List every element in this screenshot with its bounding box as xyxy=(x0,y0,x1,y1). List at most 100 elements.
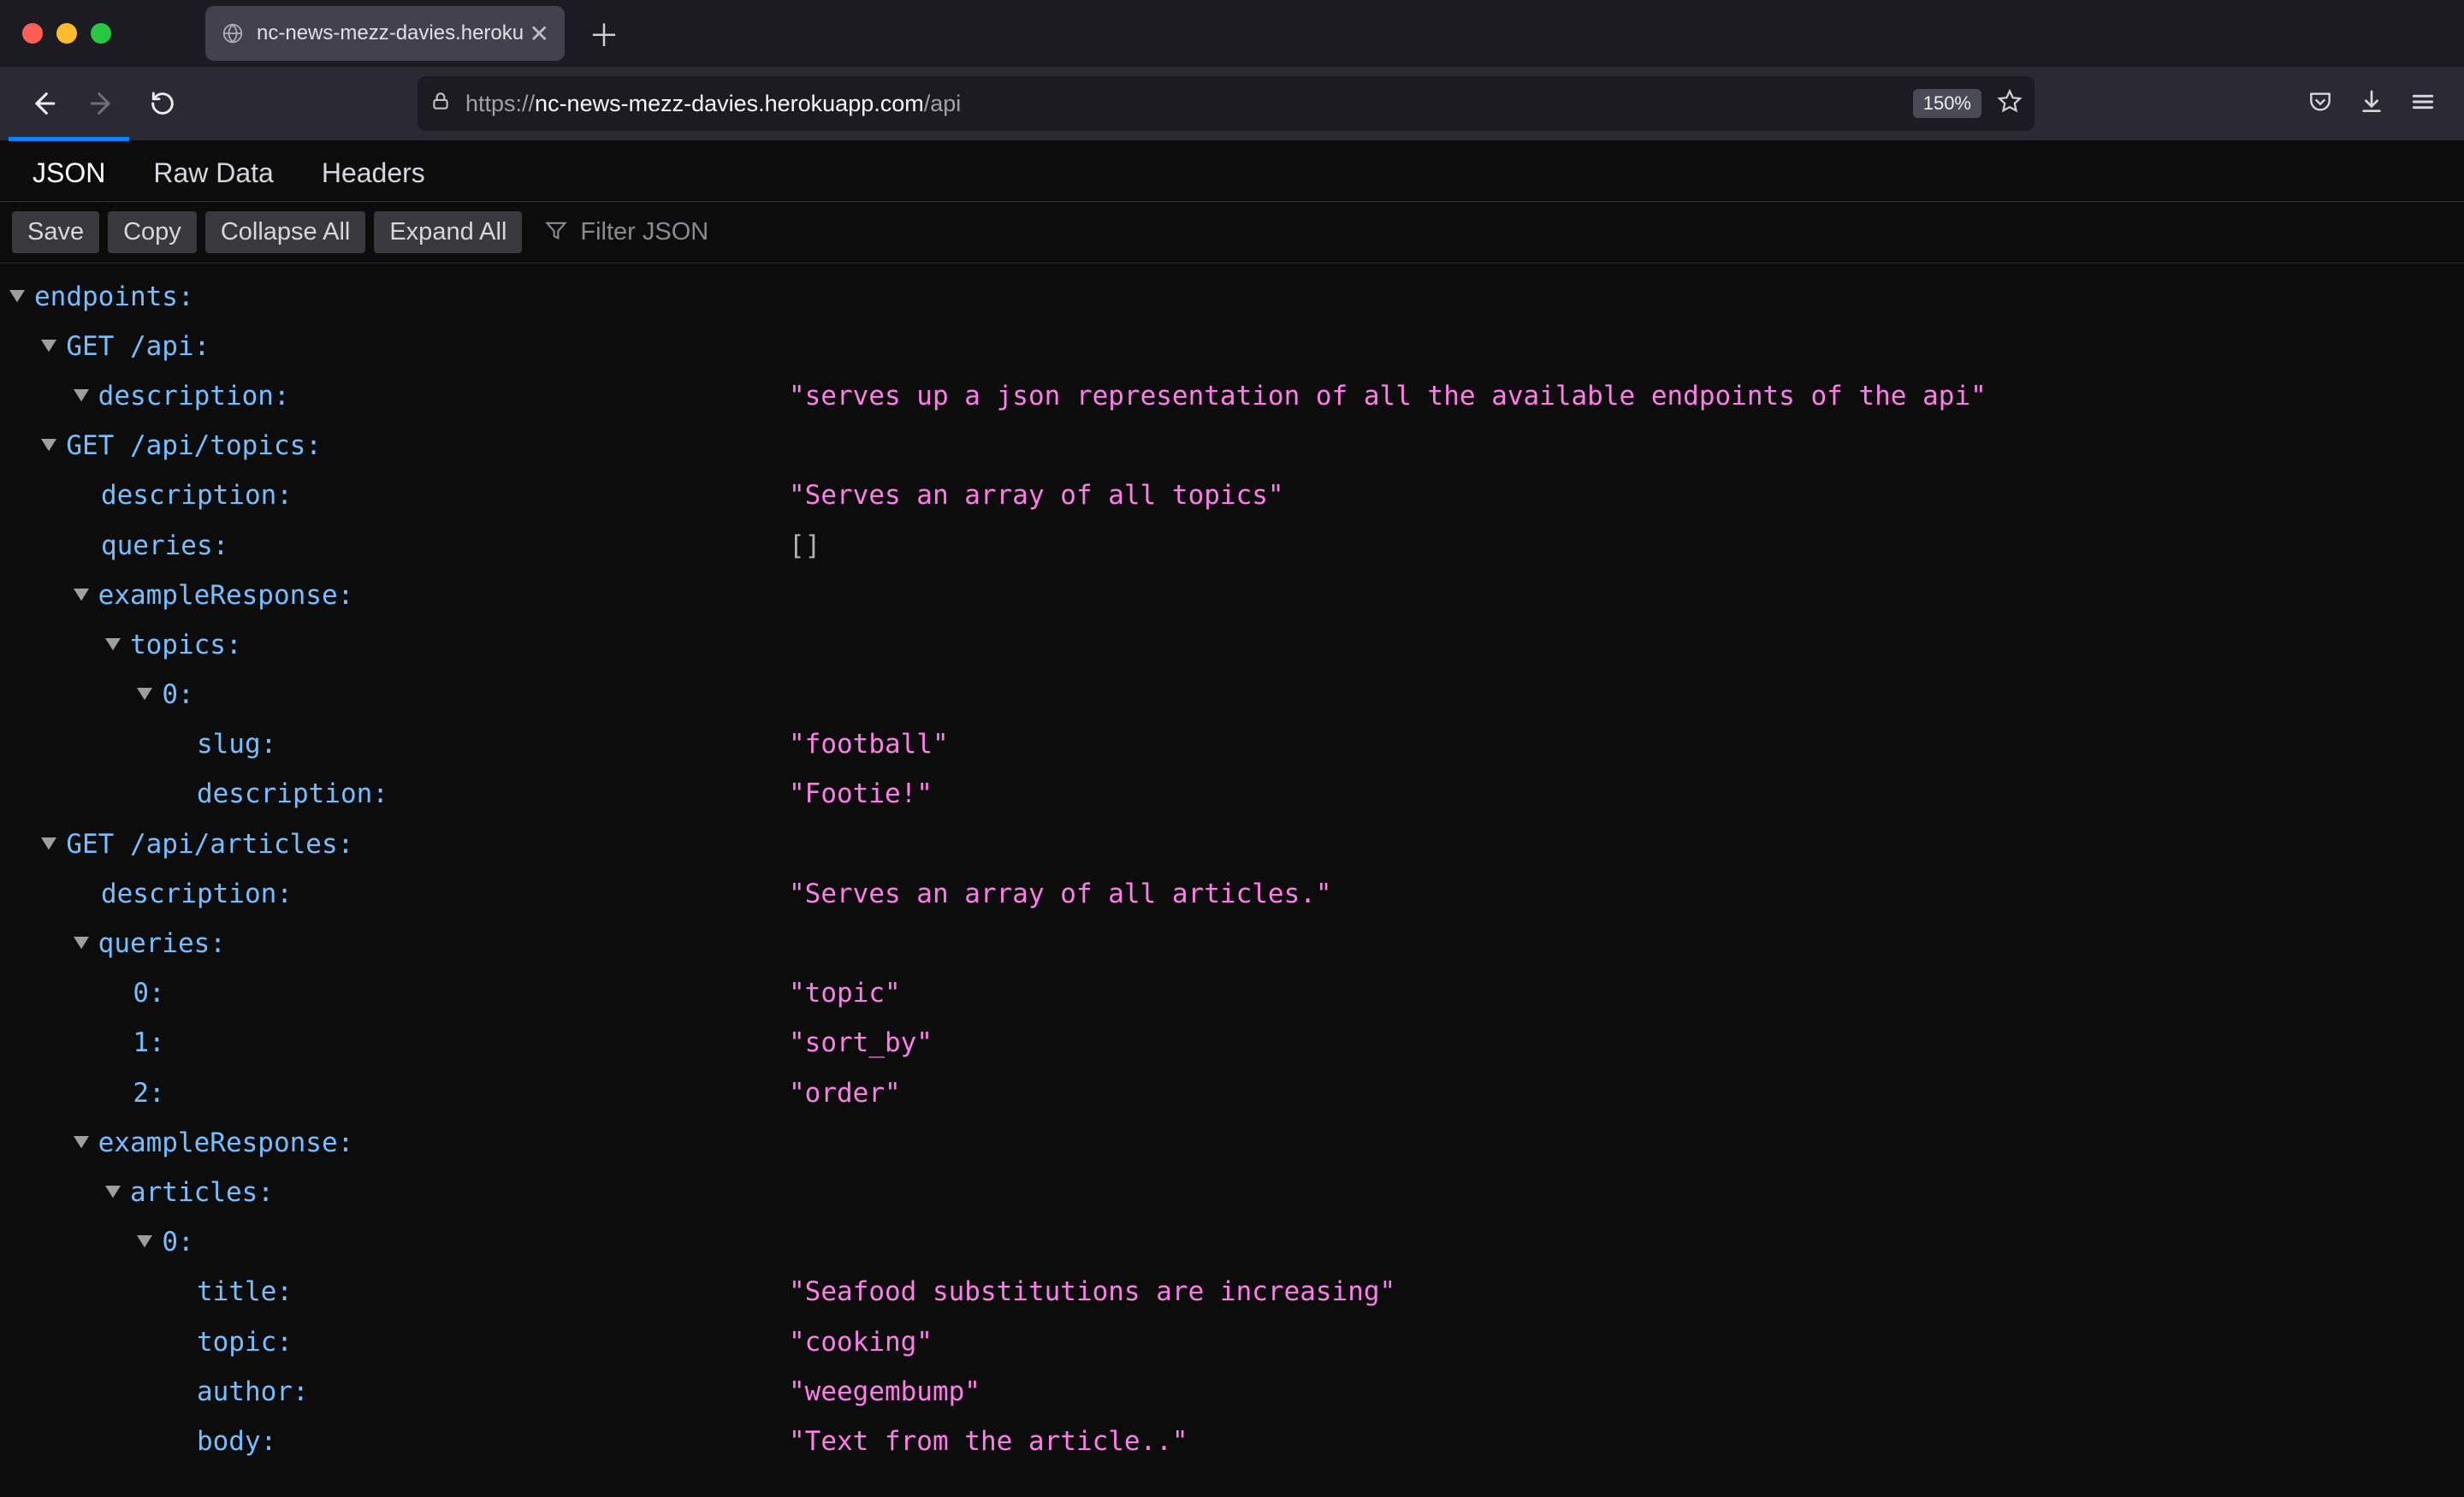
tree-row[interactable]: GET /api: xyxy=(5,322,2459,371)
downloads-icon[interactable] xyxy=(2358,88,2385,120)
filter-icon xyxy=(544,218,568,246)
collapse-all-button[interactable]: Collapse All xyxy=(205,211,366,253)
disclosure-triangle-icon[interactable] xyxy=(37,435,61,459)
url-path: /api xyxy=(924,91,962,117)
tree-row[interactable]: 0: "topic" xyxy=(5,969,2459,1019)
json-key: topic: xyxy=(197,1327,293,1358)
url-proto: https:// xyxy=(465,91,535,117)
tree-row[interactable]: title: "Seafood substitutions are increa… xyxy=(5,1268,2459,1317)
json-key: title: xyxy=(197,1276,293,1307)
browser-tab[interactable]: nc-news-mezz-davies.herokuapp.co ✕ xyxy=(205,6,565,61)
tree-row[interactable]: 1: "sort_by" xyxy=(5,1019,2459,1068)
window-minimize-button[interactable] xyxy=(56,23,77,44)
json-key: description: xyxy=(197,778,388,809)
json-value: "sort_by" xyxy=(789,1030,933,1056)
json-key: body: xyxy=(197,1426,276,1457)
tree-row[interactable]: body: "Text from the article.." xyxy=(5,1417,2459,1466)
tree-row[interactable]: topics: xyxy=(5,620,2459,670)
tab-title: nc-news-mezz-davies.herokuapp.co xyxy=(257,21,523,45)
disclosure-triangle-icon[interactable] xyxy=(101,634,125,658)
disclosure-triangle-icon[interactable] xyxy=(69,385,93,409)
disclosure-triangle-icon[interactable] xyxy=(101,1181,125,1205)
window-close-button[interactable] xyxy=(22,23,43,44)
json-key: exampleResponse: xyxy=(98,580,354,611)
tree-row[interactable]: author: "weegembump" xyxy=(5,1367,2459,1417)
json-value: "Footie!" xyxy=(789,781,933,808)
bookmark-star-icon[interactable] xyxy=(1997,88,2023,120)
pocket-icon[interactable] xyxy=(2307,88,2334,120)
json-viewer-toolbar: Save Copy Collapse All Expand All xyxy=(0,202,2464,263)
json-key: endpoints: xyxy=(34,281,194,312)
disclosure-triangle-icon[interactable] xyxy=(5,286,29,310)
url-bar[interactable]: https://nc-news-mezz-davies.herokuapp.co… xyxy=(418,76,2035,131)
tree-row[interactable]: exampleResponse: xyxy=(5,571,2459,620)
tree-row[interactable]: 0: xyxy=(5,671,2459,720)
zoom-badge[interactable]: 150% xyxy=(1913,89,1981,118)
tree-row[interactable]: queries: xyxy=(5,919,2459,968)
json-value: "cooking" xyxy=(789,1329,933,1356)
disclosure-triangle-icon[interactable] xyxy=(69,1132,93,1156)
copy-button[interactable]: Copy xyxy=(108,211,197,253)
expand-all-button[interactable]: Expand All xyxy=(374,211,522,253)
tree-row[interactable]: description: "Serves an array of all top… xyxy=(5,471,2459,521)
json-value: "Serves an array of all articles." xyxy=(789,881,1332,908)
tab-headers[interactable]: Headers xyxy=(298,145,449,201)
json-value: "serves up a json representation of all … xyxy=(789,383,1987,410)
json-key: description: xyxy=(101,879,293,909)
tree-row[interactable]: slug: "football" xyxy=(5,720,2459,770)
tree-row[interactable]: 0: xyxy=(5,1218,2459,1268)
disclosure-triangle-icon[interactable] xyxy=(69,584,93,608)
json-value: [] xyxy=(789,533,820,559)
url-domain: nc-news-mezz-davies.herokuapp.com xyxy=(535,91,924,117)
json-key: description: xyxy=(101,480,293,511)
filter-json-input[interactable] xyxy=(580,218,1093,246)
json-key: articles: xyxy=(130,1177,274,1208)
window-titlebar: nc-news-mezz-davies.herokuapp.co ✕ ＋ xyxy=(0,0,2464,67)
nav-forward-button[interactable] xyxy=(77,78,128,129)
app-menu-icon[interactable] xyxy=(2409,88,2437,120)
json-key: slug: xyxy=(197,729,276,760)
tree-row[interactable]: topic: "cooking" xyxy=(5,1317,2459,1367)
tree-row[interactable]: GET /api/topics: xyxy=(5,422,2459,471)
tree-row[interactable]: queries: [] xyxy=(5,521,2459,571)
tree-row[interactable]: GET /api/articles: xyxy=(5,820,2459,869)
tree-row[interactable]: endpoints: xyxy=(5,272,2459,322)
disclosure-triangle-icon[interactable] xyxy=(37,833,61,857)
json-key: GET /api/topics: xyxy=(66,430,322,461)
disclosure-triangle-icon[interactable] xyxy=(133,683,157,707)
new-tab-button[interactable]: ＋ xyxy=(589,11,619,56)
json-value: "Seafood substitutions are increasing" xyxy=(789,1279,1395,1305)
tab-json[interactable]: JSON xyxy=(9,145,129,201)
json-key: GET /api: xyxy=(66,331,210,362)
nav-reload-button[interactable] xyxy=(137,78,188,129)
disclosure-triangle-icon[interactable] xyxy=(69,932,93,956)
json-key: GET /api/articles: xyxy=(66,829,353,860)
json-value: "football" xyxy=(789,731,949,758)
json-viewer-tabs: JSON Raw Data Headers xyxy=(0,140,2464,202)
browser-navbar: https://nc-news-mezz-davies.herokuapp.co… xyxy=(0,67,2464,140)
tab-close-icon[interactable]: ✕ xyxy=(530,20,549,48)
disclosure-triangle-icon[interactable] xyxy=(133,1231,157,1255)
json-value: "order" xyxy=(789,1080,901,1107)
tree-row[interactable]: description: "Footie!" xyxy=(5,770,2459,820)
json-value: "Text from the article.." xyxy=(789,1429,1188,1455)
json-key: 0: xyxy=(162,1227,193,1257)
json-key: description: xyxy=(98,381,290,411)
json-key: 0: xyxy=(133,978,164,1009)
tree-row[interactable]: exampleResponse: xyxy=(5,1118,2459,1168)
save-button[interactable]: Save xyxy=(12,211,99,253)
tab-raw-data[interactable]: Raw Data xyxy=(129,145,298,201)
json-value: "topic" xyxy=(789,980,901,1007)
json-value: "Serves an array of all topics" xyxy=(789,482,1284,509)
disclosure-triangle-icon[interactable] xyxy=(37,335,61,359)
window-zoom-button[interactable] xyxy=(91,23,111,44)
nav-back-button[interactable] xyxy=(17,78,68,129)
tree-row[interactable]: articles: xyxy=(5,1168,2459,1217)
json-key: 2: xyxy=(133,1078,164,1109)
tree-row[interactable]: description: "Serves an array of all art… xyxy=(5,869,2459,919)
tree-row[interactable]: description: "serves up a json represent… xyxy=(5,371,2459,421)
json-key: topics: xyxy=(130,630,242,660)
lock-icon xyxy=(429,90,452,118)
tree-row[interactable]: 2: "order" xyxy=(5,1068,2459,1118)
json-key: queries: xyxy=(101,530,228,561)
